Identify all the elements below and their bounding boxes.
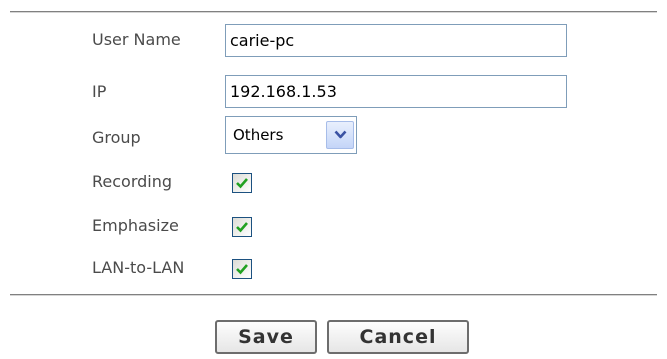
cancel-button[interactable]: Cancel xyxy=(327,320,469,354)
check-icon xyxy=(236,222,248,233)
group-label: Group xyxy=(92,128,141,147)
save-button[interactable]: Save xyxy=(215,320,317,354)
group-select[interactable]: Others xyxy=(225,116,357,154)
chevron-down-icon xyxy=(334,130,347,139)
group-select-value: Others xyxy=(233,126,284,144)
ip-label: IP xyxy=(92,82,107,101)
check-icon xyxy=(236,264,248,275)
recording-checkbox[interactable] xyxy=(232,173,252,193)
lan-to-lan-checkbox[interactable] xyxy=(232,259,252,279)
user-name-label: User Name xyxy=(92,30,181,49)
top-divider xyxy=(10,11,657,12)
ip-input[interactable] xyxy=(225,75,567,108)
emphasize-label: Emphasize xyxy=(92,216,179,235)
lan-to-lan-label: LAN-to-LAN xyxy=(92,258,185,277)
recording-label: Recording xyxy=(92,172,173,191)
emphasize-checkbox[interactable] xyxy=(232,217,252,237)
group-dropdown-button[interactable] xyxy=(326,121,354,149)
check-icon xyxy=(236,178,248,189)
user-name-input[interactable] xyxy=(225,24,567,57)
bottom-divider xyxy=(10,294,657,295)
